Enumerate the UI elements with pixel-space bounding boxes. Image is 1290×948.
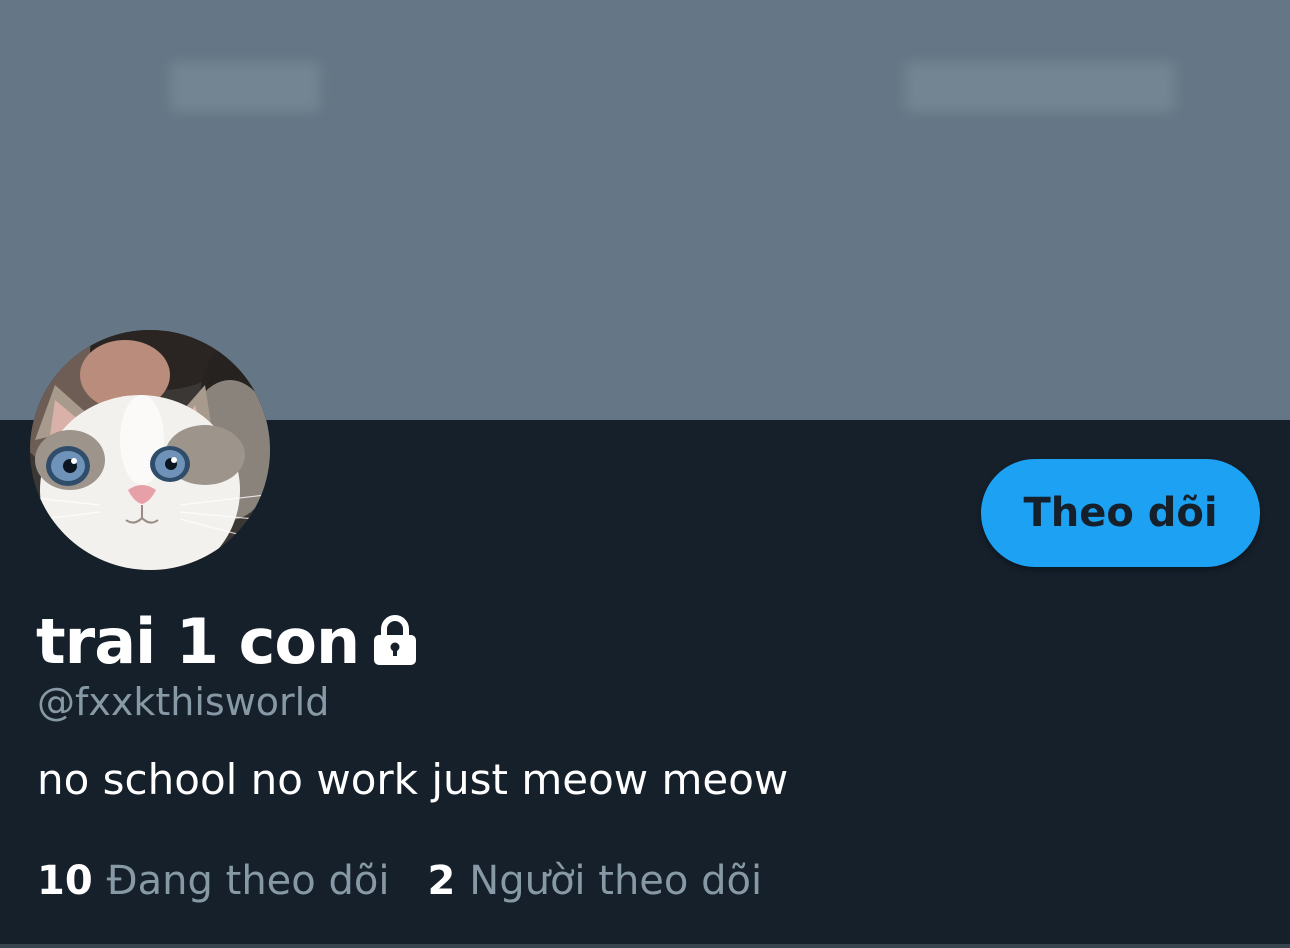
display-name: trai 1 con — [36, 604, 360, 678]
divider — [0, 944, 1290, 948]
cat-avatar-image — [30, 330, 270, 570]
profile-bio: no school no work just meow meow — [37, 755, 789, 804]
avatar[interactable] — [30, 330, 270, 570]
following-label: Đang theo dõi — [106, 858, 390, 904]
profile-name-row: trai 1 con — [36, 603, 419, 679]
lock-icon — [371, 614, 419, 668]
following-stat[interactable]: 10 Đang theo dõi — [37, 858, 389, 904]
profile-handle: @fxxkthisworld — [37, 680, 330, 724]
banner-faint-mark — [170, 62, 320, 112]
followers-stat[interactable]: 2 Người theo dõi — [427, 858, 762, 904]
profile-page: Theo dõi trai 1 con @fxxkthisworld no sc… — [0, 0, 1290, 948]
banner-faint-mark — [905, 62, 1175, 112]
followers-label: Người theo dõi — [469, 858, 763, 904]
profile-stats: 10 Đang theo dõi 2 Người theo dõi — [37, 858, 762, 904]
follow-button[interactable]: Theo dõi — [981, 459, 1260, 567]
followers-count: 2 — [427, 858, 456, 904]
following-count: 10 — [37, 858, 93, 904]
